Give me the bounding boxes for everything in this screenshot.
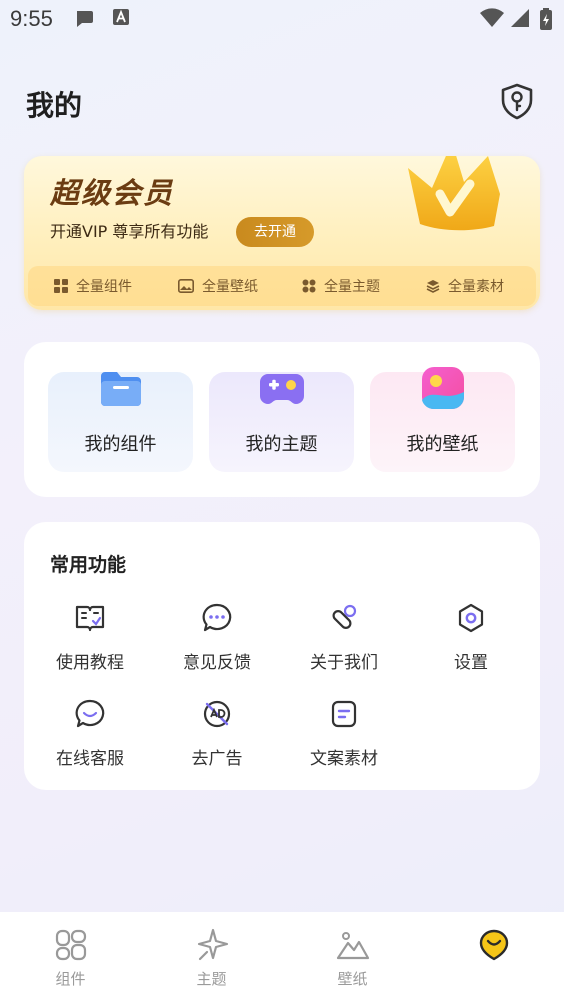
function-label: 去广告 (191, 749, 243, 769)
function-about-us[interactable]: 关于我们 (289, 602, 399, 682)
vip-feature-label: 全量素材 (448, 279, 504, 295)
my-widgets-tile[interactable]: 我的组件 (48, 372, 193, 472)
function-label: 意见反馈 (183, 653, 251, 673)
tab-label: 组件 (55, 970, 86, 988)
mountain-icon (336, 932, 370, 960)
section-title: 常用功能 (50, 554, 127, 576)
vip-title: 超级会员 (50, 176, 175, 210)
page-title: 我的 (26, 89, 83, 122)
clover-icon (302, 279, 316, 293)
profile-icon (479, 929, 509, 961)
function-copywriting[interactable]: 文案素材 (289, 698, 399, 778)
tab-label: 主题 (196, 970, 227, 988)
chat-icon (202, 603, 232, 632)
tab-themes[interactable]: 主题 (141, 912, 282, 1004)
book-icon (75, 605, 105, 632)
battery-icon (540, 8, 552, 30)
function-feedback[interactable]: 意见反馈 (162, 602, 272, 682)
crown-icon (408, 156, 500, 231)
function-label: 文案素材 (310, 749, 378, 769)
wifi-icon (480, 8, 504, 27)
function-label: 设置 (454, 653, 488, 673)
customer-service-icon (75, 699, 105, 728)
message-notification-icon (77, 11, 93, 27)
vip-feature-themes: 全量主题 (302, 276, 380, 296)
vip-features-bar: 全量组件 全量壁纸 全量主题 全量素材 (28, 266, 536, 306)
function-remove-ads[interactable]: 去广告 (162, 698, 272, 778)
folder-icon (100, 372, 141, 406)
layers-icon (426, 280, 440, 293)
vip-feature-widgets: 全量组件 (54, 276, 132, 296)
vip-feature-label: 全量组件 (76, 279, 132, 295)
common-functions-card: 常用功能 使用教程 意见反馈 关于我们 设置 在线客服 去广告 文案素材 (24, 522, 540, 790)
tab-label: 壁纸 (337, 970, 368, 988)
tab-widgets[interactable]: 组件 (0, 912, 141, 1004)
gear-icon (458, 603, 484, 633)
tab-profile[interactable] (423, 912, 564, 1004)
status-bar: 9:55 (0, 0, 564, 38)
my-widgets-label: 我的组件 (84, 434, 157, 455)
link-icon (332, 604, 357, 629)
privacy-shield-button[interactable] (498, 82, 536, 120)
function-tutorial[interactable]: 使用教程 (35, 602, 145, 682)
function-label: 关于我们 (310, 653, 378, 673)
bottom-tab-bar: 组件 主题 壁纸 (0, 912, 564, 1004)
gamepad-icon (259, 374, 304, 404)
shield-key-icon (501, 83, 533, 120)
vip-open-button[interactable]: 去开通 (236, 217, 314, 247)
function-label: 在线客服 (56, 749, 124, 769)
function-settings[interactable]: 设置 (416, 602, 526, 682)
function-customer-service[interactable]: 在线客服 (35, 698, 145, 778)
my-wallpapers-tile[interactable]: 我的壁纸 (370, 367, 515, 472)
no-ads-icon (203, 700, 231, 728)
signal-icon (511, 9, 529, 27)
vip-feature-label: 全量主题 (324, 279, 380, 295)
my-themes-tile[interactable]: 我的主题 (209, 372, 354, 472)
grid-icon (54, 279, 68, 293)
my-wallpapers-label: 我的壁纸 (406, 434, 479, 455)
my-items-card: 我的组件 我的主题 我的壁纸 (24, 342, 540, 497)
vip-feature-wallpapers: 全量壁纸 (178, 276, 258, 296)
vip-feature-label: 全量壁纸 (202, 279, 258, 295)
image-icon (178, 279, 194, 293)
my-themes-label: 我的主题 (245, 434, 318, 455)
vip-feature-materials: 全量素材 (426, 276, 504, 296)
picture-icon (421, 367, 464, 410)
sparkle-icon (197, 928, 229, 961)
vip-subtitle: 开通VIP 尊享所有功能 (50, 222, 209, 241)
tab-wallpapers[interactable]: 壁纸 (282, 912, 423, 1004)
widgets-icon (55, 929, 87, 961)
vip-card[interactable]: 超级会员 开通VIP 尊享所有功能 去开通 全量组件 全量壁纸 全量主题 全量素… (24, 156, 540, 310)
function-label: 使用教程 (56, 653, 124, 673)
document-icon (331, 700, 357, 728)
app-notification-icon (113, 9, 129, 25)
status-time: 9:55 (10, 6, 53, 31)
